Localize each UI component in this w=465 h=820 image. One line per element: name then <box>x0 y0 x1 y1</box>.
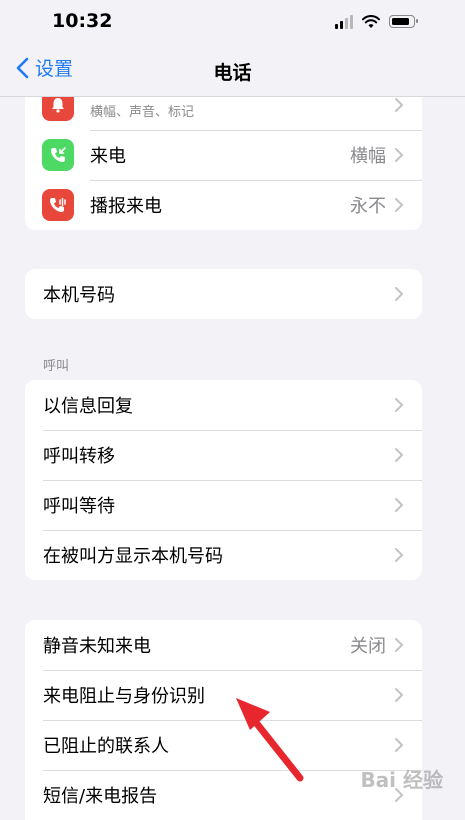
chevron-right-icon <box>395 448 403 462</box>
chevron-right-icon <box>395 398 403 412</box>
page-title: 电话 <box>213 62 252 84</box>
wifi-icon <box>362 14 380 28</box>
silence-unknown-callers-row[interactable]: 静音未知来电 关闭 <box>25 620 422 670</box>
silence-unknown-callers-value: 关闭 <box>350 636 386 657</box>
my-number-row[interactable]: 本机号码 <box>25 269 422 319</box>
sms-call-reporting-label: 短信/来电报告 <box>43 786 158 807</box>
chevron-right-icon <box>395 548 403 562</box>
respond-with-text-row[interactable]: 以信息回复 <box>25 380 422 430</box>
announce-calls-row[interactable]: 播报来电 永不 <box>25 180 422 230</box>
status-bar: 10:32 <box>0 0 465 44</box>
call-forwarding-label: 呼叫转移 <box>43 446 115 467</box>
navigation-bar: 设置 电话 <box>0 44 465 97</box>
announce-calls-label: 播报来电 <box>90 196 162 217</box>
notifications-subtitle: 横幅、声音、标记 <box>90 105 195 120</box>
cellular-signal-icon <box>335 14 353 29</box>
chevron-right-icon <box>395 287 403 301</box>
incoming-call-icon <box>42 139 74 171</box>
call-waiting-label: 呼叫等待 <box>43 496 115 517</box>
my-number-label: 本机号码 <box>43 285 115 306</box>
call-blocking-label: 来电阻止与身份识别 <box>43 686 205 707</box>
status-time: 10:32 <box>52 10 113 32</box>
chevron-right-icon <box>395 198 403 212</box>
incoming-call-value: 横幅 <box>350 146 386 167</box>
silence-unknown-callers-label: 静音未知来电 <box>43 636 151 657</box>
calls-group: 以信息回复 呼叫转移 呼叫等待 在被叫方显示本机号码 <box>25 380 422 580</box>
chevron-right-icon <box>395 738 403 752</box>
chevron-right-icon <box>395 148 403 162</box>
blocked-contacts-row[interactable]: 已阻止的联系人 <box>25 720 422 770</box>
call-forwarding-row[interactable]: 呼叫转移 <box>25 430 422 480</box>
chevron-right-icon <box>395 688 403 702</box>
blocked-contacts-label: 已阻止的联系人 <box>43 736 169 757</box>
incoming-call-label: 来电 <box>90 146 126 167</box>
watermark-logo: Bai 经验 <box>360 768 443 792</box>
battery-icon <box>389 15 418 28</box>
call-blocking-row[interactable]: 来电阻止与身份识别 <box>25 670 422 720</box>
status-icons <box>335 14 418 29</box>
respond-with-text-label: 以信息回复 <box>43 396 133 417</box>
announce-calls-value: 永不 <box>350 196 386 217</box>
section-header-calls: 呼叫 <box>43 359 70 374</box>
announce-call-icon <box>42 189 74 221</box>
chevron-right-icon <box>395 98 403 112</box>
show-caller-id-label: 在被叫方显示本机号码 <box>43 546 223 567</box>
my-number-group: 本机号码 <box>25 269 422 319</box>
show-caller-id-row[interactable]: 在被叫方显示本机号码 <box>25 530 422 580</box>
notifications-group: 横幅、声音、标记 来电 横幅 播报来电 永不 <box>25 80 422 230</box>
incoming-call-row[interactable]: 来电 横幅 <box>25 130 422 180</box>
call-waiting-row[interactable]: 呼叫等待 <box>25 480 422 530</box>
chevron-right-icon <box>395 638 403 652</box>
chevron-right-icon <box>395 498 403 512</box>
